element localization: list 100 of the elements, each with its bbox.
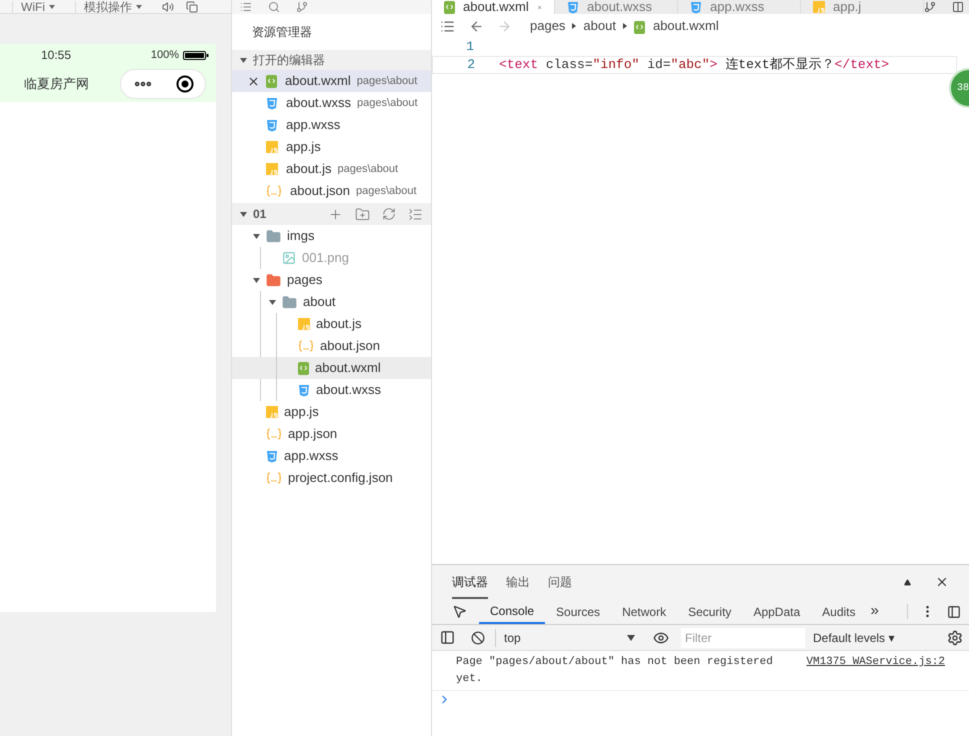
file-name: project.config.json (288, 469, 393, 488)
branch-icon[interactable] (296, 1, 308, 13)
devtools-tab[interactable]: AppData (742, 599, 812, 624)
open-editor-item[interactable]: about.json pages\about (232, 180, 431, 202)
devtools-tab[interactable]: Audits (811, 599, 866, 624)
caret-down-icon (627, 634, 635, 640)
devtools-tab[interactable]: Security (677, 599, 742, 624)
sidebar-icon[interactable] (440, 630, 455, 645)
caret-down-icon[interactable] (252, 234, 260, 238)
split-icon[interactable] (952, 1, 964, 13)
caret-down-icon (136, 5, 142, 9)
js-file-icon (298, 318, 310, 330)
open-editor-item[interactable]: app.wxss (232, 114, 431, 136)
tree-item[interactable]: app.json (232, 423, 431, 445)
caret-down-icon[interactable] (252, 278, 260, 282)
wxml-file-icon (266, 74, 277, 88)
panel-tab[interactable]: 输出 (506, 573, 530, 599)
image-file-icon (282, 251, 296, 265)
collapse-icon[interactable] (408, 206, 423, 222)
tree-item[interactable]: pages (232, 269, 431, 291)
file-name: about.wxml (315, 359, 381, 378)
css-file-icon (266, 96, 278, 110)
console-message: Page "pages/about/about" has not been registered yet. (456, 655, 774, 686)
braces-file-icon (266, 472, 282, 484)
css-file-icon (298, 384, 310, 396)
outline-icon[interactable] (440, 18, 455, 34)
close-icon[interactable] (247, 74, 260, 88)
panel-tab[interactable]: 调试器 (452, 573, 488, 599)
file-name: about.wxss (286, 94, 352, 112)
speaker-icon[interactable] (162, 1, 174, 13)
refresh-icon[interactable] (382, 206, 396, 220)
levels-dropdown[interactable]: Default levels ▾ (813, 628, 894, 646)
file-name: app.json (288, 425, 338, 444)
caret-down-icon[interactable] (268, 300, 276, 304)
file-name: 001.png (302, 249, 349, 268)
file-name: app.js (284, 403, 319, 422)
close-icon[interactable] (935, 575, 949, 589)
braces-file-icon (298, 340, 314, 352)
panel-title: 资源管理器 (251, 24, 313, 41)
js-file-icon (266, 406, 278, 418)
tree-item[interactable]: app.wxss (232, 445, 431, 467)
file-name: app.wxss (284, 447, 338, 466)
tree-item[interactable]: about (232, 291, 431, 313)
file-name: imgs (287, 227, 314, 246)
devtools-tab[interactable]: Network (611, 599, 678, 624)
copy-icon[interactable] (186, 1, 198, 13)
capsule-menu[interactable] (120, 69, 206, 99)
collapse-up-icon[interactable] (904, 578, 911, 586)
toolbar-dropdown[interactable]: WiFi (12, 1, 63, 13)
line-number: 2 (466, 56, 475, 74)
line-number: 1 (465, 38, 474, 56)
editor-tab[interactable]: about.wxml (432, 0, 555, 14)
context-select[interactable]: top (495, 628, 635, 646)
toolbar-dropdown[interactable]: 模拟操作 (75, 1, 150, 13)
tree-item[interactable]: about.json (232, 335, 431, 357)
open-editor-item[interactable]: about.js pages\about (232, 158, 431, 180)
status-time: 10:55 (41, 47, 72, 64)
file-name: app.wxss (286, 116, 340, 134)
filter-field[interactable]: Filter (681, 628, 805, 648)
file-path: pages\about (356, 74, 418, 89)
file-name: about.wxml (285, 72, 351, 90)
tree-item[interactable]: project.config.json (232, 467, 431, 489)
battery-icon (183, 50, 209, 60)
search-icon[interactable] (268, 1, 280, 13)
css-file-icon (266, 450, 278, 462)
breadcrumb-item[interactable]: about (583, 16, 616, 36)
dock-icon[interactable] (947, 604, 961, 618)
tree-item[interactable]: app.js (232, 401, 431, 423)
target-icon[interactable] (176, 75, 194, 93)
section-title[interactable]: 01 (253, 205, 266, 223)
js-file-icon (266, 163, 278, 175)
tree-item[interactable]: about.wxml (232, 357, 431, 379)
wxml-file-icon (634, 20, 645, 34)
nav-title: 临夏房产网 (24, 75, 89, 94)
open-editor-item[interactable]: app.js (232, 136, 431, 158)
add-folder-icon[interactable] (355, 206, 370, 222)
tree-item[interactable]: imgs (232, 225, 431, 247)
breadcrumb-item[interactable]: about.wxml (652, 16, 719, 36)
panel-tab[interactable]: 问题 (548, 573, 572, 599)
caret-down-icon[interactable] (240, 58, 247, 62)
breadcrumb-item[interactable]: pages (530, 16, 566, 36)
folder-icon (266, 272, 281, 288)
inspect-icon[interactable] (452, 604, 467, 619)
tree-item[interactable]: about.wxss (232, 379, 431, 401)
source-link[interactable]: VM1375 WAService.js:2 (806, 654, 945, 687)
code-line: <text class="info" id="abc"> 连text都不显示？</text> (499, 56, 890, 74)
back-icon[interactable] (469, 18, 484, 34)
file-path: pages\about (338, 162, 398, 177)
eye-icon[interactable] (653, 630, 669, 646)
clear-icon[interactable] (471, 630, 485, 644)
tree-item[interactable]: about.js (232, 313, 431, 335)
more-tabs[interactable]: » (870, 600, 879, 623)
open-editor-item[interactable]: about.wxml pages\about (232, 70, 431, 92)
branch-icon[interactable] (924, 1, 936, 13)
devtools-tab[interactable]: Sources (545, 599, 612, 624)
js-file-icon (266, 141, 278, 153)
open-editor-item[interactable]: about.wxss pages\about (232, 92, 431, 114)
caret-down-icon[interactable] (240, 212, 247, 216)
settings-icon[interactable] (947, 630, 963, 646)
file-name: pages (287, 271, 322, 290)
